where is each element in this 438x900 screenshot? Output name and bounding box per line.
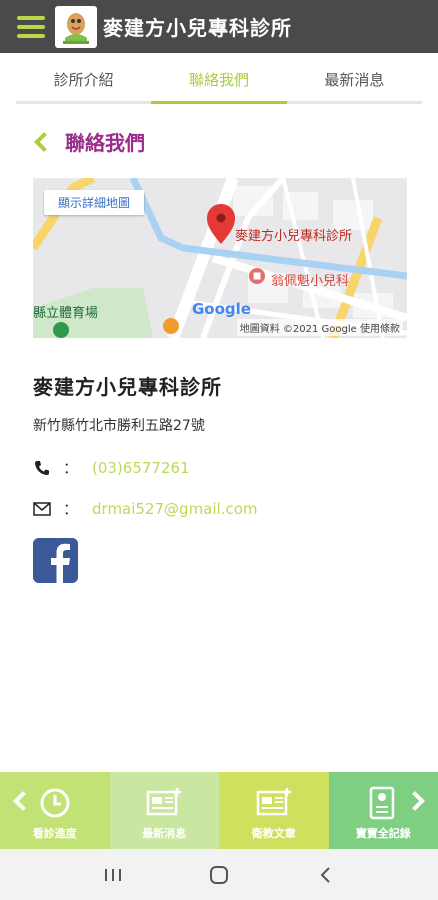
home-icon[interactable] (199, 860, 239, 890)
map-area-label: 縣立體育場 (33, 306, 99, 321)
google-logo-text: Google (192, 300, 251, 318)
google-logo: Google (192, 300, 251, 318)
clinic-name: 麥建方小兒專科診所 (33, 375, 222, 399)
section-title: 聯絡我們 (65, 131, 145, 155)
app-header: 麥建方小兒專科診所 (0, 0, 438, 53)
map-poi-label: 翁佩魁小兒科 (271, 274, 350, 289)
phone-colon: ： (63, 459, 79, 477)
nav-label: 衛教文章 (251, 827, 296, 840)
nav-health-articles[interactable]: 衛教文章 (219, 772, 329, 849)
nav-label: 寶寶全記錄 (355, 827, 411, 840)
clinic-logo (55, 5, 97, 48)
nav-label: 最新消息 (142, 827, 187, 840)
phone-link[interactable]: (03)6577261 (92, 459, 190, 477)
phone-row: ： (03)6577261 (33, 457, 190, 478)
nav-latest-news[interactable]: 最新消息 (109, 772, 219, 849)
email-link[interactable]: drmai527@gmail.com (92, 500, 258, 518)
bottom-nav: 看診進度 最新消息 衛教文章 寶寶全記錄 (0, 772, 438, 849)
back-icon[interactable] (305, 860, 345, 890)
nav-next-arrow-icon[interactable] (405, 791, 425, 811)
mail-icon (33, 500, 51, 518)
nav-baby-records[interactable]: 寶寶全記錄 (328, 772, 438, 849)
clinic-address: 新竹縣竹北市勝利五路27號 (33, 418, 205, 434)
system-nav-bar (0, 849, 438, 900)
article-icon (254, 785, 294, 821)
map-attribution[interactable]: 地圖資料 ©2021 Google 使用條款 (236, 319, 403, 336)
section-header: 聯絡我們 (33, 127, 145, 156)
email-row: ： drmai527@gmail.com (33, 498, 258, 519)
email-colon: ： (63, 500, 79, 518)
tab-bar: 診所介紹 聯絡我們 最新消息 (16, 56, 422, 104)
nav-prev-arrow-icon[interactable] (13, 791, 33, 811)
app-screen: 麥建方小兒專科診所 診所介紹 聯絡我們 最新消息 聯絡我們 顯示詳細地圖 麥建方… (0, 0, 438, 900)
record-icon (363, 785, 403, 821)
news-icon (144, 785, 184, 821)
hamburger-icon[interactable] (17, 15, 45, 38)
map-detail-link[interactable]: 顯示詳細地圖 (44, 190, 145, 215)
back-chevron-icon[interactable] (34, 131, 54, 152)
facebook-icon[interactable] (33, 538, 78, 583)
tab-clinic-intro[interactable]: 診所介紹 (16, 56, 151, 101)
nav-label: 看診進度 (32, 827, 77, 840)
recent-apps-icon[interactable] (93, 860, 133, 890)
phone-icon (33, 459, 51, 477)
nav-waiting-progress[interactable]: 看診進度 (0, 772, 110, 849)
tab-latest-news[interactable]: 最新消息 (287, 56, 422, 101)
tab-contact-us[interactable]: 聯絡我們 (151, 56, 287, 104)
app-title: 麥建方小兒專科診所 (103, 16, 292, 40)
map-view[interactable]: 顯示詳細地圖 麥建方小兒專科診所 翁佩魁小兒科 縣立體育場 Google 地圖資… (33, 178, 407, 338)
map-pin-label: 麥建方小兒專科診所 (235, 229, 353, 244)
clock-icon (35, 785, 75, 821)
